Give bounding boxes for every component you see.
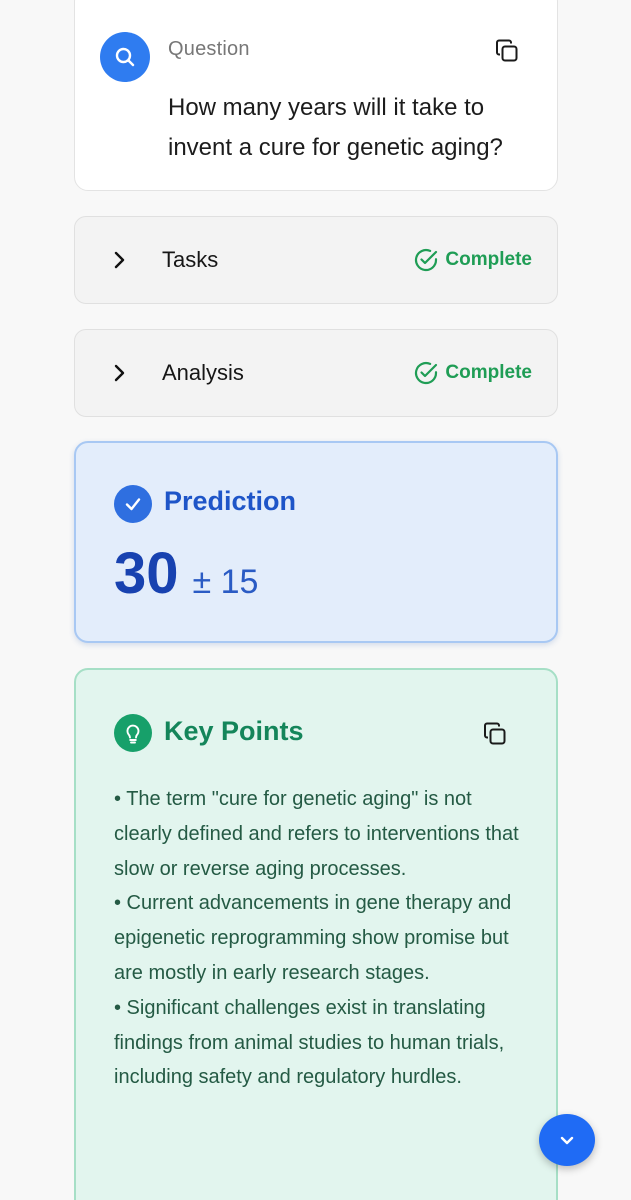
copy-key-points-button[interactable] [481, 720, 509, 748]
key-point-item: • Significant challenges exist in transl… [114, 996, 505, 1089]
lightbulb-icon [114, 714, 152, 752]
tasks-row[interactable]: Tasks Complete [74, 216, 558, 304]
status-text: Complete [445, 362, 532, 383]
check-circle-icon [413, 360, 439, 386]
page: Question How many years will it take to … [0, 0, 631, 1200]
key-points-card: Key Points • The term "cure for genetic … [74, 668, 558, 1200]
chevron-right-icon [109, 249, 129, 271]
prediction-value: 30 [114, 541, 179, 606]
prediction-range: ± 15 [192, 563, 259, 601]
tasks-label: Tasks [162, 247, 219, 272]
chevron-right-icon [109, 362, 129, 384]
prediction-card: Prediction 30 ± 15 [74, 441, 558, 643]
copy-icon [482, 721, 508, 747]
key-points-title: Key Points [164, 716, 304, 746]
scroll-down-button[interactable] [539, 1114, 595, 1166]
copy-question-button[interactable] [493, 37, 521, 65]
prediction-title: Prediction [164, 486, 297, 516]
copy-icon [494, 38, 520, 64]
check-circle-icon [413, 247, 439, 273]
status-badge: Complete [413, 360, 532, 386]
key-point-item: • The term "cure for genetic aging" is n… [114, 788, 519, 880]
analysis-label: Analysis [162, 360, 244, 385]
check-icon [114, 485, 152, 523]
status-text: Complete [445, 249, 532, 270]
key-points-list: • The term "cure for genetic aging" is n… [114, 782, 524, 1095]
question-card: Question How many years will it take to … [74, 0, 558, 191]
analysis-row[interactable]: Analysis Complete [74, 329, 558, 417]
status-badge: Complete [413, 247, 532, 273]
prediction-result: 30 ± 15 [114, 540, 258, 608]
chevron-down-icon [558, 1134, 576, 1146]
key-point-item: • Current advancements in gene therapy a… [114, 892, 512, 984]
question-label: Question [168, 38, 250, 60]
question-text: How many years will it take to invent a … [168, 94, 503, 161]
search-icon [100, 32, 150, 82]
